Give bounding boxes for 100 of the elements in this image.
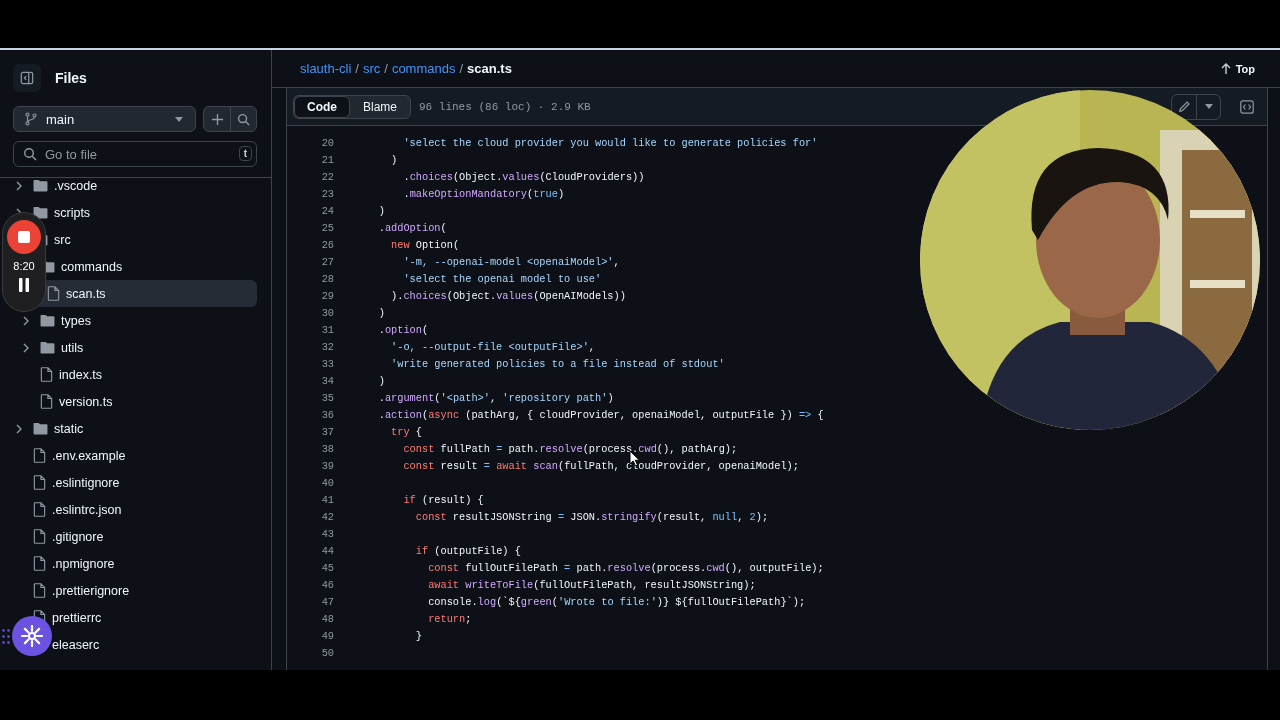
code-line: await writeToFile(fullOutFilePath, resultJSONString); xyxy=(427,578,756,591)
line-number: 33 xyxy=(320,357,334,370)
code-line: .option( xyxy=(377,323,429,336)
file-icon xyxy=(47,286,60,301)
line-number: 44 xyxy=(320,544,334,557)
code-line: const result = await scan(fullPath, cloudProvider, openaiModel); xyxy=(402,459,799,472)
code-line: console.log(`${green('Wrote to file:')} ${fullOutFilePath}`); xyxy=(427,595,806,608)
file-icon xyxy=(33,502,46,517)
code-line: .action(async (pathArg, { cloudProvider, openaiModel, outputFile }) => { xyxy=(377,408,824,421)
branch-selector[interactable]: main xyxy=(13,106,196,132)
line-number: 40 xyxy=(320,476,334,489)
search-icon xyxy=(23,147,37,161)
search-icon xyxy=(237,112,250,126)
chevron-icon[interactable] xyxy=(15,180,23,191)
line-number: 21 xyxy=(320,153,334,166)
line-number: 38 xyxy=(320,442,334,455)
chevron-icon[interactable] xyxy=(22,342,30,353)
line-number: 23 xyxy=(320,187,334,200)
code-line: } xyxy=(414,629,422,642)
pause-icon[interactable] xyxy=(18,278,30,292)
sidebar-toggle-button[interactable] xyxy=(13,64,41,92)
code-line: 'write generated policies to a file instead of stdout' xyxy=(390,357,725,370)
file-tree-item[interactable]: version.ts xyxy=(10,388,257,415)
file-tree-item[interactable]: .npmignore xyxy=(10,550,257,577)
file-icon xyxy=(33,475,46,490)
breadcrumb-link[interactable]: commands xyxy=(391,61,456,76)
path-separator: / xyxy=(459,61,464,76)
code-line: '-o, --output-file <outputFile>', xyxy=(390,340,595,353)
file-tree-item[interactable]: .env.example xyxy=(10,442,257,469)
file-tree-item[interactable]: index.ts xyxy=(10,361,257,388)
breadcrumb-link[interactable]: slauth-cli xyxy=(300,61,352,76)
folder-icon xyxy=(33,422,48,435)
line-number: 37 xyxy=(320,425,334,438)
path-separator: / xyxy=(384,61,388,76)
line-number: 27 xyxy=(320,255,334,268)
caret-icon xyxy=(1204,104,1213,109)
file-name: scan.ts xyxy=(467,61,512,76)
file-tree-item[interactable]: .eslintrc.json xyxy=(10,496,257,523)
code-line: const resultJSONString = JSON.stringify(result, null, 2); xyxy=(414,510,769,523)
code-line: return; xyxy=(427,612,472,625)
code-line: 'select the cloud provider you would like to generate policies for' xyxy=(402,136,818,149)
line-number: 25 xyxy=(320,221,334,234)
code-line: if (outputFile) { xyxy=(414,544,521,557)
line-number: 42 xyxy=(320,510,334,523)
sidebar-title: Files xyxy=(55,70,87,86)
caret-icon xyxy=(175,116,183,122)
line-number: 45 xyxy=(320,561,334,574)
drag-handle-icon[interactable] xyxy=(2,629,10,644)
file-tree-item[interactable]: static xyxy=(10,415,257,442)
line-number: 30 xyxy=(320,306,334,319)
path-separator: / xyxy=(355,61,359,76)
code-line: .addOption( xyxy=(377,221,447,234)
file-icon xyxy=(33,529,46,544)
code-line: ) xyxy=(377,204,385,217)
top-link[interactable]: Top xyxy=(1220,62,1255,75)
line-number: 39 xyxy=(320,459,334,472)
shortcut-key: t xyxy=(238,146,252,161)
code-icon xyxy=(1240,99,1254,114)
branch-icon xyxy=(24,112,38,126)
line-number: 47 xyxy=(320,595,334,608)
file-tree-item[interactable]: utils xyxy=(10,334,257,361)
file-icon xyxy=(40,367,53,382)
chevron-icon[interactable] xyxy=(22,315,30,326)
line-number: 50 xyxy=(320,646,334,659)
code-line: .makeOptionMandatory(true) xyxy=(402,187,565,200)
code-line: '-m, --openai-model <openaiModel>', xyxy=(402,255,620,268)
line-number: 24 xyxy=(320,204,334,217)
chevron-icon[interactable] xyxy=(15,423,23,434)
file-tree-item[interactable]: .vscode xyxy=(10,178,257,199)
asterisk-icon xyxy=(21,625,43,647)
file-icon xyxy=(33,448,46,463)
code-line: try { xyxy=(390,425,422,438)
code-line: .argument('<path>', 'repository path') xyxy=(377,391,614,404)
file-tree-item[interactable]: .eslintignore xyxy=(10,469,257,496)
file-info: 96 lines (86 loc) · 2.9 KB xyxy=(419,100,591,113)
view-tab[interactable]: Code xyxy=(294,95,350,118)
line-number: 22 xyxy=(320,170,334,183)
plus-icon xyxy=(210,112,224,126)
sidebar-icon xyxy=(20,71,34,85)
code-line: const fullPath = path.resolve(process.cwd(), pathArg); xyxy=(402,442,738,455)
arrow-up-icon xyxy=(1220,63,1231,74)
stop-button[interactable] xyxy=(7,220,41,254)
line-number: 26 xyxy=(320,238,334,251)
file-tree-item[interactable]: .prettierignore xyxy=(10,577,257,604)
code-line: 'select the openai model to use' xyxy=(402,272,602,285)
folder-icon xyxy=(33,179,48,192)
line-number: 36 xyxy=(320,408,334,421)
file-tree-item[interactable]: types xyxy=(10,307,257,334)
code-line: ) xyxy=(377,306,385,319)
line-number: 32 xyxy=(320,340,334,353)
pencil-icon xyxy=(1177,100,1191,113)
file-tree-item[interactable]: .gitignore xyxy=(10,523,257,550)
file-icon xyxy=(33,583,46,598)
breadcrumb-link[interactable]: src xyxy=(362,61,381,76)
line-number: 28 xyxy=(320,272,334,285)
code-line: .choices(Object.values(CloudProviders)) xyxy=(402,170,645,183)
folder-icon xyxy=(40,341,55,354)
code-line: ) xyxy=(377,374,385,387)
view-tab[interactable]: Blame xyxy=(350,95,410,118)
code-line: new Option( xyxy=(390,238,460,251)
